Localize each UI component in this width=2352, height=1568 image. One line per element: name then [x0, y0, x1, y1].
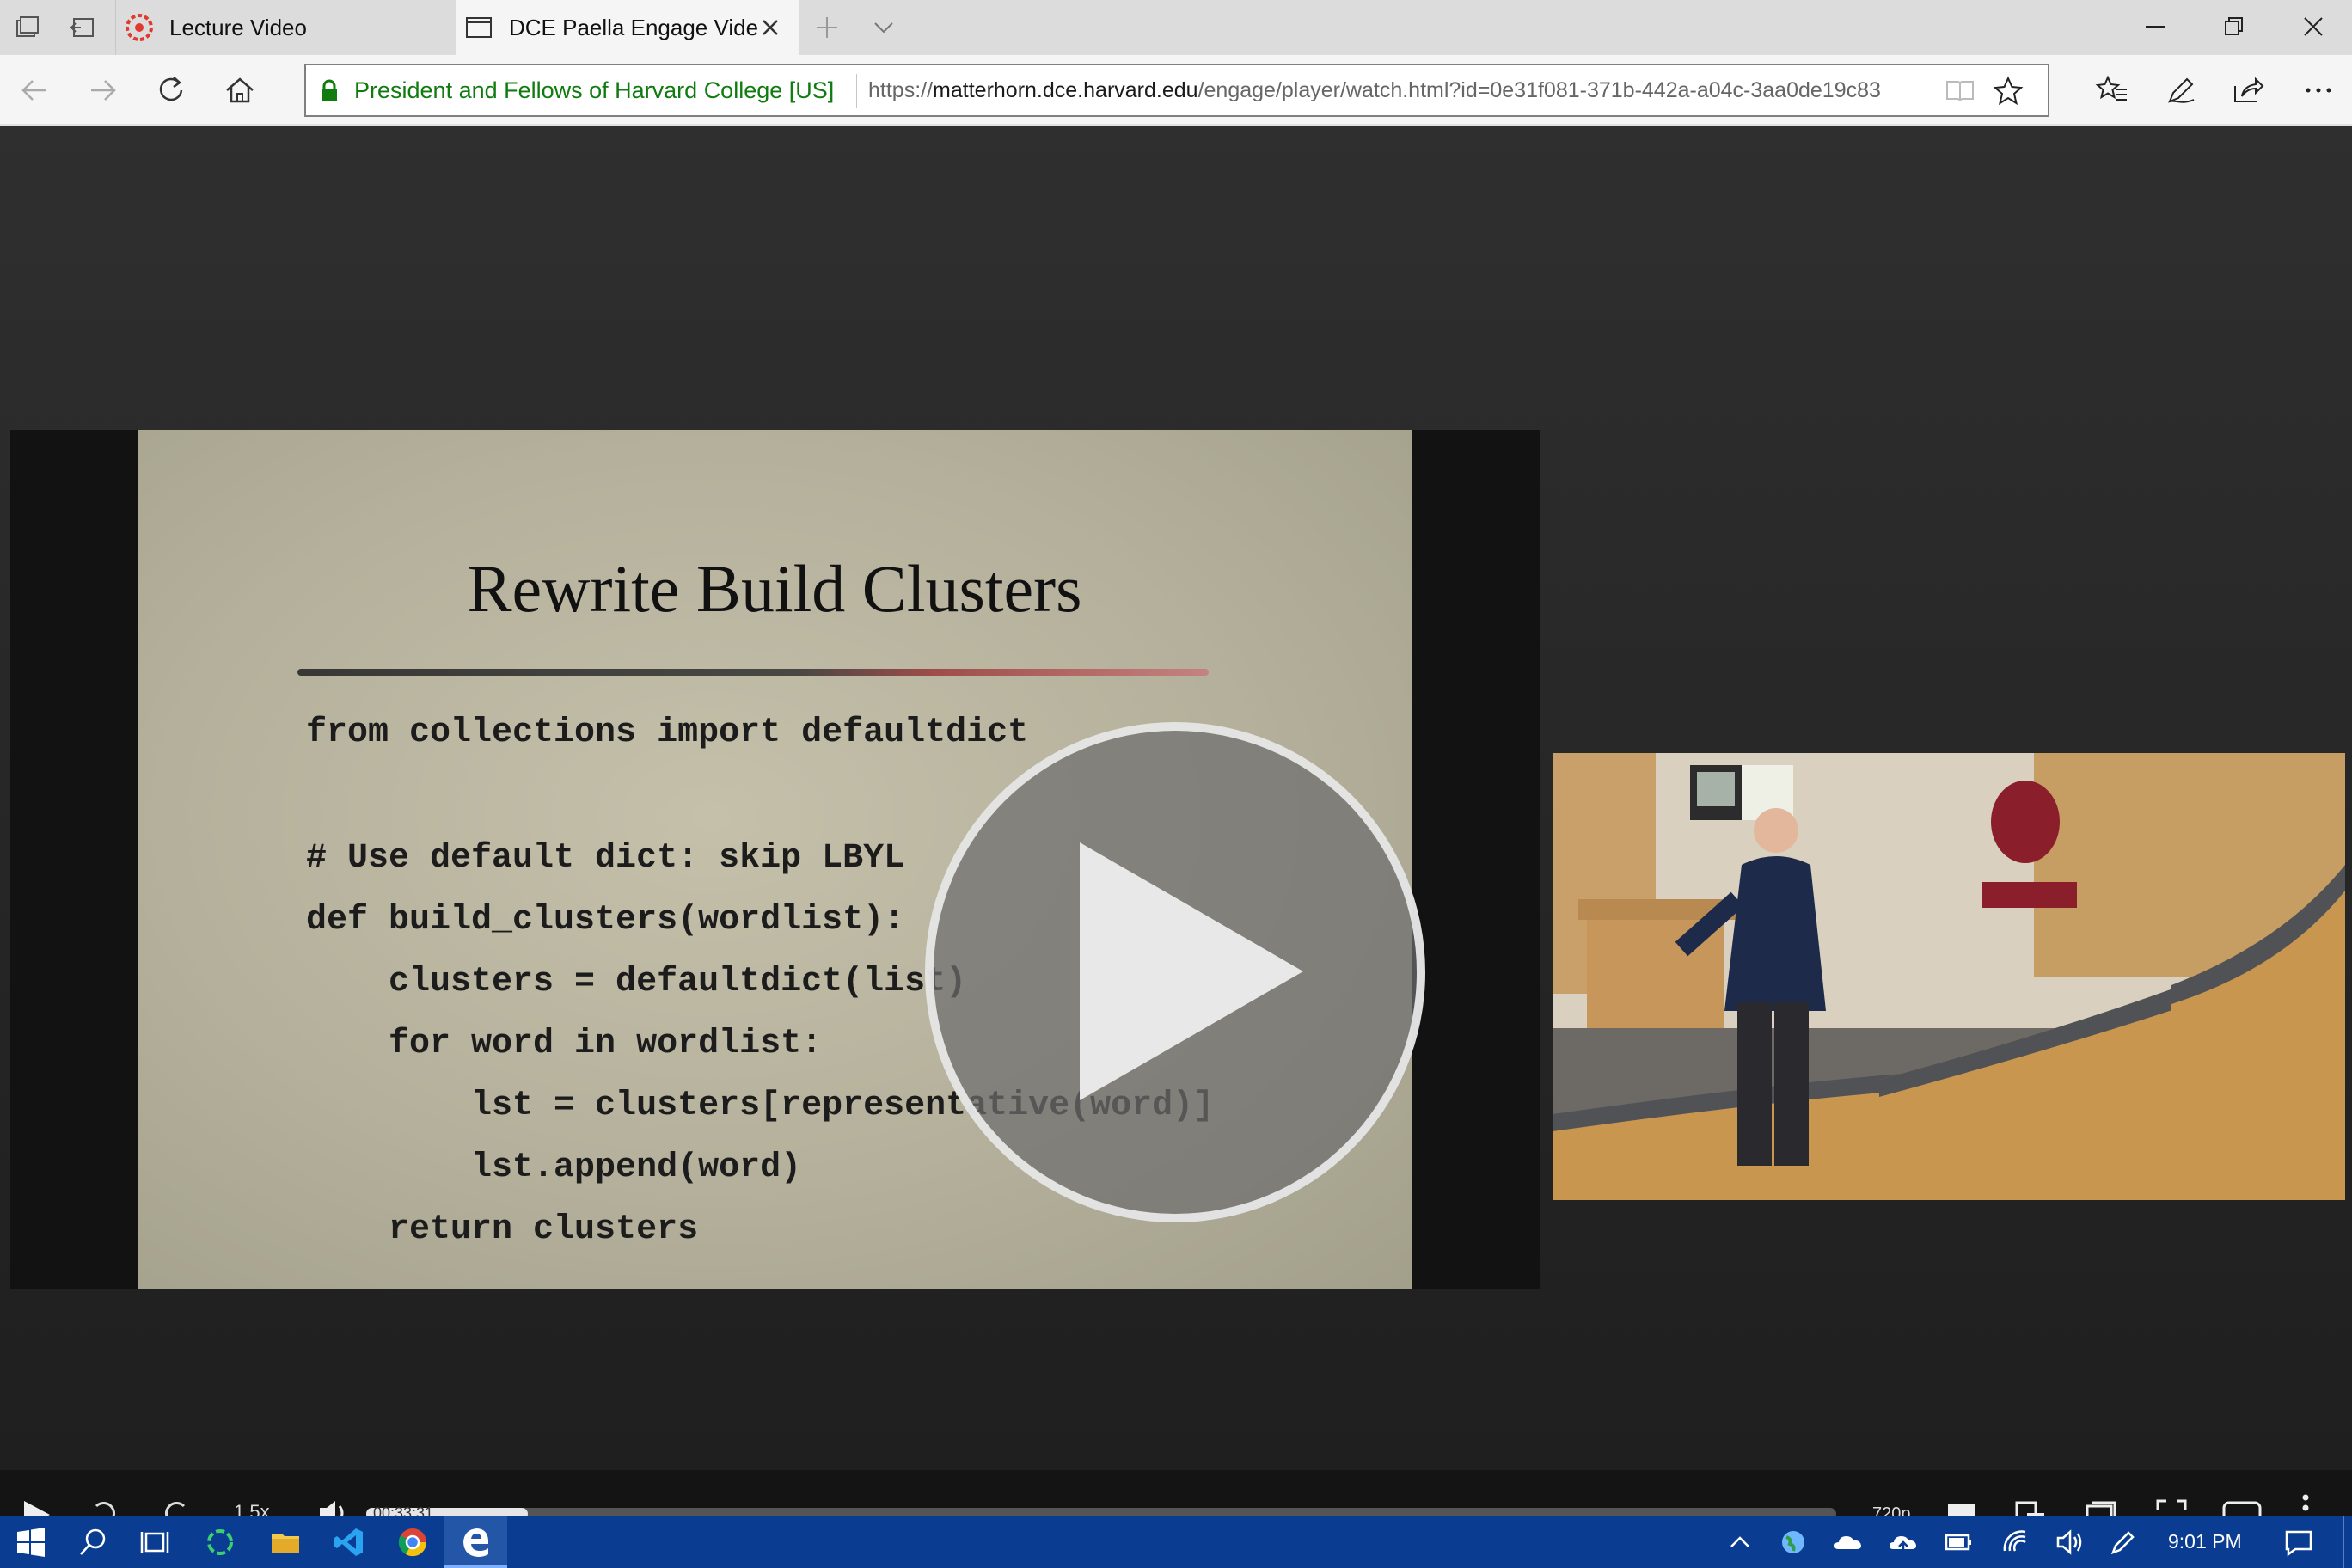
favorites-hub-icon[interactable] — [2094, 72, 2130, 108]
closed-captions-icon[interactable] — [2221, 1498, 2263, 1516]
reading-view-icon[interactable] — [1945, 77, 1975, 105]
code-line: return clusters — [306, 1210, 699, 1249]
canvas-logo-icon — [125, 13, 154, 42]
playback-speed[interactable]: 1.5x — [234, 1501, 270, 1516]
system-clock[interactable]: 9:01 PM — [2168, 1530, 2242, 1553]
play-control-icon[interactable] — [19, 1498, 53, 1516]
address-bar[interactable]: President and Fellows of Harvard College… — [304, 64, 2049, 117]
more-options-icon[interactable] — [2297, 1492, 2314, 1516]
forward-icon[interactable] — [84, 72, 120, 108]
close-tab-icon[interactable] — [756, 14, 784, 41]
cloud-upload-icon[interactable] — [1886, 1525, 1920, 1559]
quality-selector[interactable]: 720p — [1872, 1504, 1911, 1516]
onedrive-icon[interactable] — [1831, 1525, 1865, 1559]
site-identity[interactable]: President and Fellows of Harvard College… — [354, 77, 834, 104]
volume-icon[interactable] — [316, 1496, 351, 1516]
volume-tray-icon[interactable] — [2053, 1525, 2087, 1559]
globe-icon[interactable] — [1776, 1525, 1810, 1559]
divider — [856, 74, 857, 108]
forward-skip-icon[interactable] — [158, 1496, 193, 1516]
windows-taskbar: 9:01 PM — [0, 1516, 2352, 1568]
tab-preview-icon[interactable] — [12, 12, 43, 43]
set-tabs-aside-icon[interactable] — [67, 12, 98, 43]
layout-icon[interactable] — [2013, 1498, 2048, 1516]
vscode-icon[interactable] — [332, 1525, 366, 1559]
refresh-icon[interactable] — [153, 72, 189, 108]
more-icon[interactable] — [2300, 72, 2337, 108]
chevron-down-icon[interactable] — [870, 14, 897, 41]
tab-lecture-video[interactable]: Lecture Video — [115, 0, 454, 55]
address-toolbar: President and Fellows of Harvard College… — [0, 55, 2352, 126]
timeline-slider[interactable] — [366, 1508, 1836, 1516]
captions-menu-icon[interactable] — [2084, 1498, 2118, 1516]
file-explorer-icon[interactable] — [268, 1525, 303, 1559]
timecode: 00:33:31 — [373, 1504, 434, 1516]
tab-dce-paella[interactable]: DCE Paella Engage Vide — [456, 0, 799, 55]
tab-title: Lecture Video — [169, 14, 307, 40]
rewind-icon[interactable] — [88, 1496, 122, 1516]
task-view-icon[interactable] — [138, 1525, 172, 1559]
share-icon[interactable] — [2230, 72, 2266, 108]
lock-icon[interactable] — [320, 79, 339, 103]
close-window-button[interactable] — [2275, 0, 2352, 55]
chevron-up-icon[interactable] — [1723, 1525, 1757, 1559]
windows-start-icon[interactable] — [14, 1525, 48, 1559]
slide-title: Rewrite Build Clusters — [467, 551, 1082, 626]
tab-bar: Lecture Video DCE Paella Engage Vide — [0, 0, 2352, 55]
code-line: def build_clusters(wordlist): — [306, 901, 905, 940]
restore-button[interactable] — [2196, 0, 2273, 55]
player-controls: 1.5x 00:33:31 720p — [0, 1470, 2352, 1516]
pen-workspace-icon[interactable] — [2106, 1525, 2141, 1559]
code-line: from collections import defaultdict — [306, 714, 1029, 752]
notifications-icon[interactable] — [2282, 1525, 2316, 1559]
play-button[interactable] — [925, 722, 1425, 1222]
presenter-video[interactable] — [1553, 753, 2345, 1200]
edge-icon[interactable] — [459, 1525, 493, 1559]
battery-icon[interactable] — [1941, 1525, 1975, 1559]
search-icon[interactable] — [76, 1525, 110, 1559]
lecture-hall-image — [1553, 753, 2345, 1200]
new-tab-icon[interactable] — [813, 14, 841, 41]
sync-app-icon[interactable] — [203, 1525, 237, 1559]
chrome-icon[interactable] — [395, 1525, 430, 1559]
wifi-icon[interactable] — [2000, 1525, 2034, 1559]
single-view-icon[interactable] — [1945, 1498, 1979, 1516]
back-icon[interactable] — [17, 72, 53, 108]
show-desktop-button[interactable] — [2343, 1516, 2352, 1568]
code-line: for word in wordlist: — [306, 1025, 823, 1063]
player-content: Rewrite Build Clusters from collections … — [0, 126, 2352, 1470]
slide-underline — [297, 669, 1209, 676]
minimize-button[interactable] — [2116, 0, 2194, 55]
fullscreen-icon[interactable] — [2154, 1498, 2189, 1516]
home-icon[interactable] — [222, 72, 258, 108]
code-line: clusters = defaultdict(list) — [306, 963, 967, 1001]
star-icon[interactable] — [1993, 76, 2024, 107]
pen-icon[interactable] — [2163, 72, 2199, 108]
tab-title: DCE Paella Engage Vide — [509, 14, 759, 40]
code-line: # Use default dict: skip LBYL — [306, 839, 905, 878]
play-icon — [1080, 842, 1303, 1100]
code-line: lst.append(word) — [306, 1148, 802, 1187]
page-icon — [464, 13, 493, 42]
